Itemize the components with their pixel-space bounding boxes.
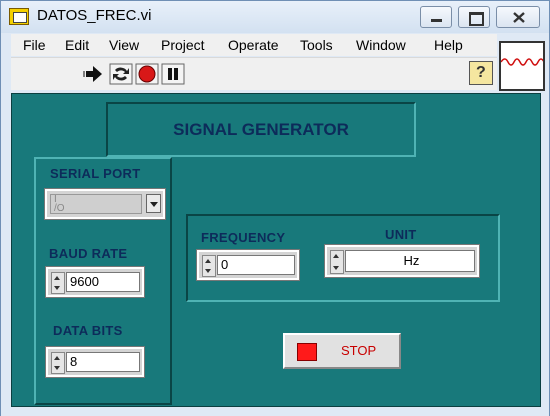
pause-icon[interactable] [161,63,185,85]
title-frame: SIGNAL GENERATOR [106,102,416,157]
maximize-icon [469,12,484,26]
labview-window: DATOS_FREC.vi File Edit View Project Ope… [0,0,550,416]
unit-control[interactable]: Hz [325,245,479,277]
run-continuously-icon[interactable] [109,63,133,85]
menu-window[interactable]: Window [356,37,406,53]
stop-led-indicator [297,343,317,361]
chevron-down-icon [150,202,158,207]
menu-edit[interactable]: Edit [65,37,89,53]
menu-project[interactable]: Project [161,37,205,53]
io-resource-icon: I/O [54,194,65,214]
frequency-control[interactable]: 0 [197,250,299,280]
menu-tools[interactable]: Tools [300,37,333,53]
panel-title: SIGNAL GENERATOR [173,120,349,139]
waveform-icon [500,58,545,66]
serial-port-value: I/O [50,194,142,214]
window-title: DATOS_FREC.vi [37,7,152,24]
baud-rate-control[interactable]: 9600 [46,267,144,297]
close-icon [513,12,525,23]
minimize-button[interactable] [420,6,452,28]
baud-rate-field[interactable]: 9600 [66,272,140,292]
toolbar: ? [11,57,497,90]
unit-stepper[interactable] [330,250,344,274]
frequency-stepper[interactable] [202,255,216,277]
data-bits-field[interactable]: 8 [66,352,140,372]
vi-icon [9,8,29,25]
title-bar[interactable]: DATOS_FREC.vi [1,1,549,33]
stop-button-label: STOP [341,343,377,358]
help-question-icon: ? [476,64,486,81]
data-bits-stepper[interactable] [51,352,65,374]
serial-port-label: SERIAL PORT [50,166,141,181]
front-panel: SIGNAL GENERATOR SERIAL PORT I/O BAUD RA… [11,93,541,407]
menu-operate[interactable]: Operate [228,37,279,53]
data-bits-control[interactable]: 8 [46,347,144,377]
run-arrow-icon[interactable] [83,63,107,85]
unit-field[interactable]: Hz [345,250,475,272]
maximize-button[interactable] [458,6,490,28]
window-bottom-edge [1,407,549,416]
baud-rate-stepper[interactable] [51,272,65,294]
stop-button[interactable]: STOP [283,333,401,369]
menu-view[interactable]: View [109,37,139,53]
data-bits-label: DATA BITS [53,323,123,338]
close-button[interactable] [496,6,540,28]
context-help-button[interactable]: ? [469,61,493,85]
frequency-label: FREQUENCY [201,230,286,245]
unit-label: UNIT [385,227,417,242]
serial-port-control[interactable]: I/O [45,189,165,219]
baud-rate-label: BAUD RATE [49,246,128,261]
frequency-field[interactable]: 0 [217,255,295,275]
menu-file[interactable]: File [23,37,46,53]
serial-port-dropdown[interactable] [146,194,161,213]
abort-execution-icon[interactable] [135,63,159,85]
minimize-icon [431,19,442,22]
menu-help[interactable]: Help [434,37,463,53]
vi-waveform-icon [499,41,545,91]
menu-bar: File Edit View Project Operate Tools Win… [11,34,497,56]
